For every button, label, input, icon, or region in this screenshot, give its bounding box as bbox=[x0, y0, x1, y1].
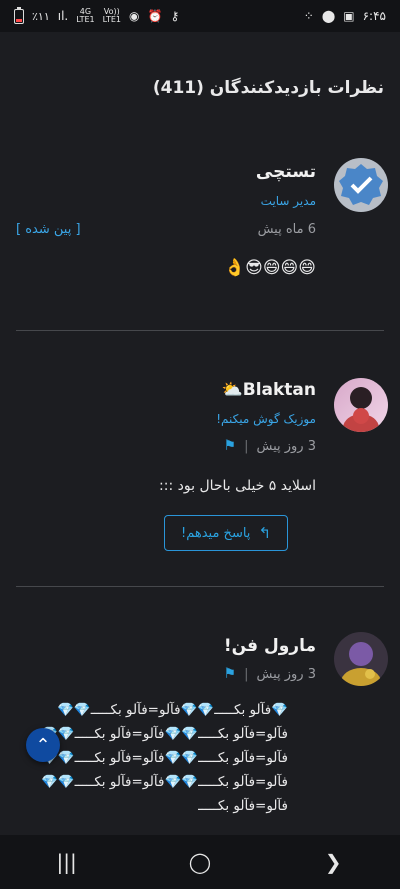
meta-separator: | bbox=[244, 438, 249, 454]
comment-2-time: 3 روز پیش bbox=[256, 438, 317, 454]
hotspot-icon: ◉ bbox=[129, 9, 140, 23]
navigation-bar: ||| ◯ ❯ bbox=[0, 835, 400, 889]
comment-2-author[interactable]: Blaktan⛅ bbox=[222, 380, 316, 400]
comment-1-role: مدیر سایت bbox=[260, 194, 316, 208]
grid-icon: ⁘ bbox=[303, 9, 314, 23]
location-icon: ⬤ bbox=[321, 9, 336, 23]
status-bar: ٪۱۱ ıl. 4G LTE1 Vo)) LTE1 ◉ ⏰ ⚷ ⁘ ⬤ ▣ ۶:۴۵ bbox=[0, 0, 400, 32]
chevron-up-icon: ⌃ bbox=[35, 734, 51, 756]
network-label: 4G LTE1 bbox=[76, 7, 95, 24]
scroll-to-top-button[interactable]: ⌃ bbox=[26, 728, 60, 762]
flag-icon[interactable]: ⚑ bbox=[224, 666, 237, 682]
signal-icon: ıl. bbox=[57, 9, 69, 23]
recents-button[interactable]: ||| bbox=[37, 850, 97, 874]
back-button[interactable]: ❯ bbox=[303, 850, 363, 874]
home-button[interactable]: ◯ bbox=[170, 850, 230, 874]
comment-divider bbox=[16, 330, 384, 331]
status-right: ⁘ ⬤ ▣ ۶:۴۵ bbox=[304, 9, 386, 23]
blaktan-avatar[interactable] bbox=[334, 378, 388, 432]
status-left: ٪۱۱ ıl. 4G LTE1 Vo)) LTE1 ◉ ⏰ ⚷ bbox=[14, 6, 180, 24]
battery-icon bbox=[14, 6, 24, 24]
key-icon: ⚷ bbox=[170, 9, 180, 23]
comments-page[interactable]: نظرات بازدیدکنندگان (411) تستچی مدیر سای… bbox=[0, 32, 400, 835]
comment-1-meta: 6 ماه پیش bbox=[258, 222, 316, 237]
comment-1-text: 😄😄😄😎👌 bbox=[223, 258, 316, 278]
comment-divider bbox=[16, 586, 384, 587]
flag-icon[interactable]: ⚑ bbox=[224, 438, 237, 454]
verified-badge-icon bbox=[339, 164, 383, 205]
comment-3-author[interactable]: مارول فن! bbox=[224, 636, 316, 656]
admin-avatar[interactable] bbox=[334, 158, 388, 212]
reply-button[interactable]: ↰ پاسخ میدهم! bbox=[164, 515, 288, 551]
alarm-icon: ⏰ bbox=[147, 9, 163, 23]
marvel-avatar[interactable] bbox=[334, 632, 388, 686]
reply-label: پاسخ میدهم! bbox=[181, 525, 251, 541]
image-icon: ▣ bbox=[343, 9, 355, 23]
comment-3-text: 💎فآلو بکـــــ💎💎فآلو=فآلو بکـــــ💎💎فآلو=ف… bbox=[40, 702, 288, 814]
pinned-label: [ پین شده ] bbox=[16, 222, 81, 237]
battery-percent: ٪۱۱ bbox=[32, 9, 50, 23]
meta-separator: | bbox=[244, 666, 249, 682]
volte-icon: Vo)) LTE1 bbox=[102, 7, 121, 24]
comment-2-text: اسلاید ۵ خیلی باحال بود ::: bbox=[159, 478, 316, 494]
comment-1-time: 6 ماه پیش bbox=[257, 222, 316, 237]
status-time: ۶:۴۵ bbox=[362, 9, 386, 23]
reply-icon: ↰ bbox=[258, 524, 272, 542]
comment-1-author[interactable]: تستچی bbox=[256, 162, 316, 182]
comment-2-role: موزیک گوش میکنم! bbox=[216, 412, 316, 426]
user-photo-icon bbox=[343, 387, 379, 432]
comment-3-meta: 3 روز پیش | ⚑ bbox=[224, 666, 316, 682]
comment-3-time: 3 روز پیش bbox=[256, 666, 317, 682]
comments-section-title: نظرات بازدیدکنندگان (411) bbox=[152, 78, 384, 98]
comment-2-meta: 3 روز پیش | ⚑ bbox=[224, 438, 316, 454]
user-photo-icon bbox=[341, 642, 381, 686]
